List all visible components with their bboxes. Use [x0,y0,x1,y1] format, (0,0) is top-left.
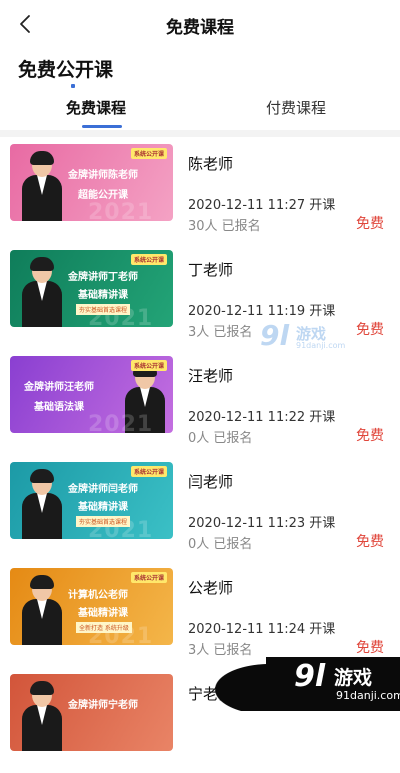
course-card[interactable]: 2021 系统公开课 计算机公老师 基础精讲课 全新打造 系统升级 公老师 2020-12-… [0,561,400,667]
thumbnail-tagline: 夯实基础首选课程 [76,304,131,315]
tab-bar: 免费课程 付费课程 [0,92,400,128]
course-thumbnail: 2021 系统公开课 金牌讲师丁老师 基础精讲课 夯实基础首选课程 [10,250,173,327]
teacher-photo [22,469,62,539]
active-tab-indicator [82,125,122,128]
thumbnail-title: 金牌讲师陈老师 [68,170,138,181]
logo-url: 91danji.com [336,689,400,702]
thumbnail-title: 计算机公老师 [68,590,128,601]
thumbnail-badge: 系统公开课 [130,572,167,583]
thumbnail-subtitle: 超能公开课 [78,190,128,201]
course-time: 2020-12-11 11:22 开课 [188,410,336,425]
tab-paid-courses[interactable]: 付费课程 [266,97,326,118]
price-label: 免费 [356,428,384,444]
top-bar: 免费课程 [0,0,400,48]
logo-swoosh [200,657,270,711]
thumbnail-year: 2021 [88,412,154,433]
section-title: 免费公开课 [18,59,114,81]
thumbnail-subtitle: 基础精讲课 [78,290,128,301]
thumbnail-subtitle: 基础精讲课 [78,502,128,513]
course-time: 2020-12-11 11:27 开课 [188,198,336,213]
enrollment-count: 0人 已报名 [188,537,253,552]
enrollment-count: 3人 已报名 [188,643,253,658]
teacher-name: 汪老师 [188,367,234,385]
teacher-photo [22,681,62,751]
thumbnail-badge: 系统公开课 [130,466,167,477]
logo-number: 9l [294,659,326,694]
thumbnail-badge: 系统公开课 [130,254,167,265]
thumbnail-tagline: 夯实基础首选课程 [76,516,131,527]
watermark-logo-number: 9l [260,319,290,352]
course-card[interactable]: 2021 系统公开课金牌讲师汪老师 基础语法课 汪老师 2020-12-11 11:22… [0,349,400,455]
thumbnail-title: 金牌讲师汪老师 [24,382,94,393]
tab-free-courses[interactable]: 免费课程 [66,97,126,118]
course-thumbnail: 2021 系统公开课金牌讲师陈老师 超能公开课 [10,144,173,221]
course-card[interactable]: 2021 系统公开课 金牌讲师闫老师 基础精讲课 夯实基础首选课程 闫老师 2020-12-… [0,455,400,561]
thumbnail-tagline: 全新打造 系统升级 [76,622,132,633]
price-label: 免费 [356,534,384,550]
thumbnail-title: 金牌讲师丁老师 [68,272,138,283]
teacher-photo [22,257,62,327]
price-label: 免费 [356,640,384,656]
course-card[interactable]: 2021 系统公开课金牌讲师陈老师 超能公开课 陈老师 2020-12-11 11:27… [0,137,400,243]
thumbnail-title: 金牌讲师闫老师 [68,484,138,495]
course-thumbnail: 2021 系统公开课 金牌讲师闫老师 基础精讲课 夯实基础首选课程 [10,462,173,539]
enrollment-count: 30人 已报名 [188,219,261,234]
teacher-name: 丁老师 [188,261,234,279]
watermark-url: 91danji.com [296,341,346,350]
teacher-photo [22,575,62,645]
thumbnail-subtitle: 基础精讲课 [78,608,128,619]
thumbnail-subtitle: 基础语法课 [34,402,84,413]
logo-text: 游戏 [334,667,373,689]
course-time: 2020-12-11 11:24 开课 [188,622,336,637]
divider [0,130,400,137]
teacher-name: 陈老师 [188,155,234,173]
teacher-name: 闫老师 [188,473,234,491]
teacher-name: 公老师 [188,579,234,597]
site-watermark: 9l 游戏 91danji.com [260,317,355,357]
page-title: 免费课程 [166,18,234,38]
thumbnail-title: 金牌讲师宁老师 [68,700,138,711]
thumbnail-badge: 系统公开课 [130,360,167,371]
teacher-photo [22,151,62,221]
course-thumbnail: 2021 系统公开课 计算机公老师 基础精讲课 全新打造 系统升级 [10,568,173,645]
thumbnail-year: 2021 [88,200,154,221]
course-thumbnail: 2021 系统公开课金牌讲师汪老师 基础语法课 [10,356,173,433]
price-label: 免费 [356,322,384,338]
course-time: 2020-12-11 11:23 开课 [188,516,336,531]
section-marker [71,84,75,88]
site-logo-banner: 9l 游戏 91danji.com [266,657,400,711]
thumbnail-badge: 系统公开课 [130,148,167,159]
course-thumbnail: 金牌讲师宁老师 [10,674,173,751]
enrollment-count: 0人 已报名 [188,431,253,446]
enrollment-count: 3人 已报名 [188,325,253,340]
price-label: 免费 [356,216,384,232]
